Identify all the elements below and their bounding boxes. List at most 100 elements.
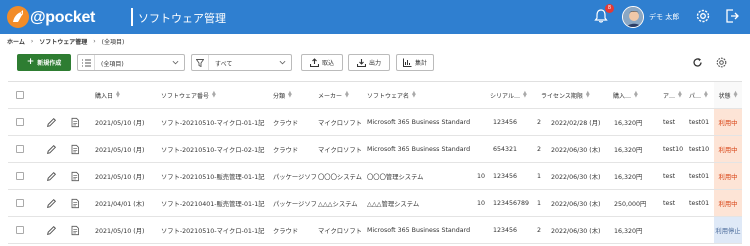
serial-cell: 123456: [493, 172, 518, 180]
chevron-down-icon: [279, 60, 286, 65]
edit-pencil-icon[interactable]: [46, 109, 60, 135]
count-cell: 2: [536, 118, 541, 126]
download-icon: [356, 59, 366, 67]
table-row[interactable]: 2021/05/10 (月) ソフト-20210510-販売管理-01-1記 パッケ…: [8, 163, 742, 190]
chevron-down-icon: [172, 60, 179, 65]
avatar[interactable]: [622, 6, 644, 28]
edit-pencil-icon[interactable]: [46, 136, 60, 162]
detail-document-icon[interactable]: [70, 217, 84, 243]
count-cell: 1: [536, 199, 541, 207]
software-number-cell: ソフト-20210510-販売管理-01-1記: [161, 173, 265, 181]
quantity-cell: [473, 217, 485, 243]
user-name[interactable]: デモ 太郎: [649, 12, 679, 22]
filter-select[interactable]: すべて: [191, 54, 292, 71]
col-maker[interactable]: メーカー ▲ ▼: [318, 82, 368, 108]
logout-icon[interactable]: [724, 8, 740, 24]
p-cell: test01: [689, 199, 710, 207]
new-button-label: 新規作成: [37, 60, 62, 67]
purchase-date-cell: 2021/05/10 (月): [95, 119, 145, 127]
row-select-cell: [16, 136, 30, 162]
p-cell: test01: [689, 172, 710, 180]
kangaroo-logo-icon: [7, 6, 29, 28]
col-serial[interactable]: シリアル… ▲ ▼: [490, 82, 540, 108]
a-cell: [663, 217, 685, 243]
col-software-name[interactable]: ソフトウェア名 ▲ ▼: [367, 82, 477, 108]
columns-select[interactable]: (全項目): [77, 54, 185, 71]
col-category[interactable]: 分類 ▲ ▼: [273, 82, 313, 108]
table-row[interactable]: 2021/05/10 (月) ソフト-20210510-マイクロ-01-1記 クラウ…: [8, 109, 742, 136]
breadcrumb-separator: ›: [93, 37, 96, 45]
status-badge: 利用中: [714, 109, 742, 135]
row-checkbox[interactable]: [16, 145, 24, 153]
software-name-cell: 〇〇〇管理システム: [367, 173, 424, 181]
status-badge: 利用中: [714, 190, 742, 216]
edit-pencil-icon[interactable]: [46, 190, 60, 216]
license-expiry-cell: 2022/06/30 (木): [551, 173, 601, 181]
category-cell: パッケージソフト: [273, 173, 317, 181]
col-a[interactable]: ア… ▲ ▼: [663, 82, 685, 108]
row-select-cell: [16, 190, 30, 216]
row-checkbox[interactable]: [16, 199, 24, 207]
price-cell: 250,000円: [614, 200, 647, 208]
maker-cell: 〇〇〇システム: [318, 173, 362, 181]
detail-document-icon[interactable]: [70, 109, 84, 135]
col-license-expiry[interactable]: ライセンス期限 ▲ ▼: [541, 82, 616, 108]
license-expiry-cell: 2022/06/30 (木): [551, 227, 601, 235]
export-button[interactable]: 出力: [348, 54, 390, 71]
row-checkbox[interactable]: [16, 226, 24, 234]
edit-pencil-icon[interactable]: [46, 217, 60, 243]
col-header-label: ソフトウェア名: [367, 92, 410, 100]
refresh-icon[interactable]: [692, 57, 703, 68]
settings-gear-icon[interactable]: [694, 7, 712, 25]
software-name-cell: Microsoft 365 Business Standard: [367, 118, 471, 126]
detail-document-icon[interactable]: [70, 190, 84, 216]
breadcrumb-home[interactable]: ホーム: [7, 37, 25, 46]
detail-document-icon[interactable]: [70, 163, 84, 189]
col-header-label: 購入日: [95, 92, 114, 100]
category-cell: パッケージソフト: [273, 200, 317, 208]
col-status[interactable]: 状態 ▲ ▼: [714, 82, 742, 108]
quantity-cell: [473, 109, 485, 135]
row-checkbox[interactable]: [16, 172, 24, 180]
edit-pencil-icon[interactable]: [46, 163, 60, 189]
table-row[interactable]: 2021/04/01 (木) ソフト-20210401-販売管理-01-1記 パッケ…: [8, 190, 742, 217]
col-p[interactable]: パ… ▲ ▼: [689, 82, 713, 108]
breadcrumb: ホーム › ソフトウェア管理 › (全項目): [7, 36, 124, 46]
maker-cell: マイクロソフト: [318, 227, 362, 235]
new-button[interactable]: + 新規作成: [17, 54, 71, 71]
aggregate-button[interactable]: 集計: [396, 54, 434, 71]
table-header-row: 購入日 ▲ ▼ ソフトウェア番号 ▲ ▼ 分類 ▲ ▼ メーカー ▲ ▼ ソフトウェア名 ▲ ▼ シ…: [8, 82, 742, 109]
serial-cell: 654321: [493, 145, 518, 153]
sort-icon: ▲ ▼: [634, 90, 638, 99]
col-software-number[interactable]: ソフトウェア番号 ▲ ▼: [161, 82, 261, 108]
sort-icon: ▲ ▼: [288, 90, 292, 99]
breadcrumb-separator: ›: [30, 37, 34, 45]
table-settings-gear-icon[interactable]: [715, 56, 728, 69]
table-row[interactable]: 2021/05/10 (月) ソフト-20210510-マイクロ-01-1記 クラウ…: [8, 217, 742, 244]
software-number-cell: ソフト-20210510-マイクロ-02-1記: [161, 146, 265, 154]
sort-icon: ▲ ▼: [704, 90, 708, 99]
col-purchase-price[interactable]: 購入… ▲ ▼: [613, 82, 653, 108]
software-name-cell: Microsoft 365 Business Standard: [367, 226, 471, 234]
plus-icon: +: [26, 57, 35, 67]
import-button-label: 取込: [321, 60, 334, 67]
select-all-cell: [16, 82, 30, 108]
serial-cell: 123456789: [493, 199, 530, 207]
quantity-cell: [473, 136, 485, 162]
select-all-checkbox[interactable]: [16, 91, 24, 99]
maker-cell: △△△システム: [318, 200, 358, 208]
status-badge: 利用中: [714, 136, 742, 162]
bar-chart-icon: [402, 58, 412, 67]
serial-cell: 123456: [493, 226, 518, 234]
price-cell: 16,320円: [614, 173, 643, 181]
breadcrumb-software[interactable]: ソフトウェア管理: [39, 37, 87, 46]
app-logo[interactable]: @pocket: [6, 5, 106, 29]
upload-icon: [309, 58, 319, 67]
table-row[interactable]: 2021/05/10 (月) ソフト-20210510-マイクロ-02-1記 クラウ…: [8, 136, 742, 163]
detail-document-icon[interactable]: [70, 136, 84, 162]
col-purchase-date[interactable]: 購入日 ▲ ▼: [95, 82, 155, 108]
import-button[interactable]: 取込: [301, 54, 343, 71]
row-select-cell: [16, 217, 30, 243]
row-checkbox[interactable]: [16, 118, 24, 126]
sort-icon: ▲ ▼: [345, 90, 349, 99]
